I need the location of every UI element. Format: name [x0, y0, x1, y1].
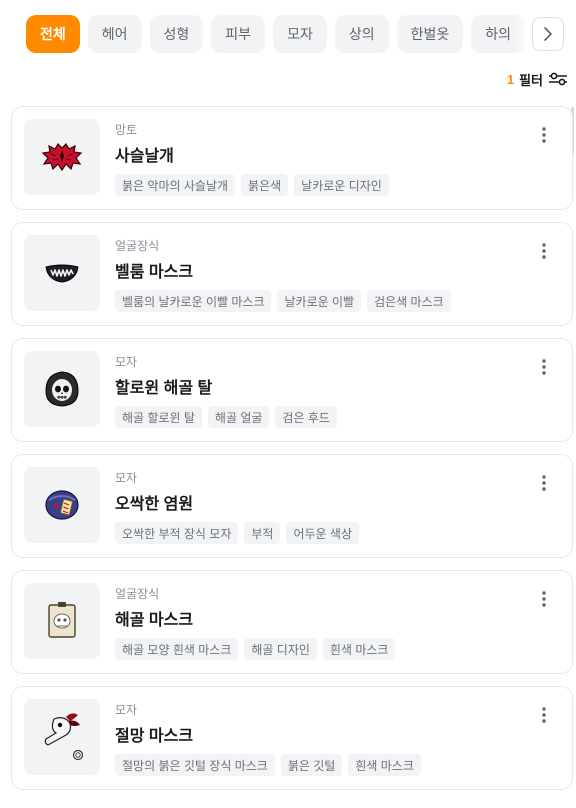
- item-category: 망토: [115, 123, 138, 137]
- chevron-right-icon: [544, 27, 552, 41]
- more-options-button[interactable]: [534, 705, 554, 725]
- kebab-menu-icon: [542, 359, 546, 375]
- item-thumbnail: [24, 119, 100, 195]
- item-card[interactable]: 모자 절망 마스크 절망의 붉은 깃털 장식 마스크 붉은 깃털 흰색 마스크: [11, 686, 573, 790]
- item-card[interactable]: 얼굴장식 벨룸 마스크 벨룸의 날카로운 이빨 마스크 날카로운 이빨 검은색 …: [11, 222, 573, 326]
- item-tag[interactable]: 검은색 마스크: [367, 290, 451, 312]
- kebab-menu-icon: [542, 127, 546, 143]
- item-tag[interactable]: 부적: [244, 522, 281, 544]
- item-name: 할로윈 해골 탈: [115, 380, 213, 397]
- kebab-menu-icon: [542, 475, 546, 491]
- item-tag[interactable]: 해골 얼굴: [207, 406, 270, 428]
- more-options-button[interactable]: [534, 357, 554, 377]
- item-tag[interactable]: 해골 디자인: [244, 638, 317, 660]
- filter-count: 1: [506, 71, 515, 87]
- item-tag[interactable]: 붉은색: [241, 174, 289, 196]
- hooded-skull-icon: [45, 371, 79, 407]
- item-card[interactable]: 모자 할로윈 해골 탈 해골 할로윈 탈 해골 얼굴 검은 후드: [11, 338, 573, 442]
- sliders-icon: [549, 72, 567, 86]
- item-tag[interactable]: 붉은 깃털: [280, 754, 343, 776]
- more-options-button[interactable]: [534, 125, 554, 145]
- item-tag[interactable]: 붉은 악마의 사슬날개: [115, 174, 236, 196]
- tab-hair[interactable]: 헤어: [87, 15, 142, 53]
- skull-mask-icon: [48, 602, 76, 638]
- item-tag[interactable]: 벨룸의 날카로운 이빨 마스크: [115, 290, 272, 312]
- item-name: 벨룸 마스크: [115, 264, 194, 281]
- item-tag[interactable]: 흰색 마스크: [348, 754, 421, 776]
- more-options-button[interactable]: [534, 241, 554, 261]
- item-thumbnail: [24, 351, 100, 427]
- item-category: 모자: [115, 471, 138, 485]
- tab-overall[interactable]: 한벌옷: [396, 15, 464, 53]
- item-category: 모자: [115, 355, 138, 369]
- item-tag[interactable]: 흰색 마스크: [322, 638, 396, 660]
- kebab-menu-icon: [542, 707, 546, 723]
- item-tag[interactable]: 절망의 붉은 깃털 장식 마스크: [115, 754, 275, 776]
- tab-face[interactable]: 성형: [149, 15, 204, 53]
- tab-top[interactable]: 상의: [334, 15, 389, 53]
- tab-hat[interactable]: 모자: [273, 15, 327, 53]
- more-options-button[interactable]: [534, 589, 554, 609]
- more-options-button[interactable]: [534, 473, 554, 493]
- item-category: 모자: [115, 703, 138, 717]
- item-thumbnail: [24, 583, 100, 659]
- fanged-mask-icon: [45, 264, 79, 283]
- item-name: 절망 마스크: [115, 728, 194, 745]
- item-tags: 절망의 붉은 깃털 장식 마스크 붉은 깃털 흰색 마스크: [115, 754, 421, 776]
- item-name: 해골 마스크: [115, 612, 194, 629]
- item-tag[interactable]: 오싹한 부적 장식 모자: [115, 522, 239, 544]
- filter-button[interactable]: 1 필터: [507, 70, 568, 88]
- tab-skin[interactable]: 피부: [211, 15, 266, 53]
- item-thumbnail: [24, 699, 100, 775]
- item-tags: 벨룸의 날카로운 이빨 마스크 날카로운 이빨 검은색 마스크: [115, 290, 451, 312]
- item-tags: 오싹한 부적 장식 모자 부적 어두운 색상: [115, 522, 360, 544]
- kebab-menu-icon: [542, 243, 546, 259]
- item-tags: 붉은 악마의 사슬날개 붉은색 날카로운 디자인: [115, 174, 389, 196]
- item-category: 얼굴장식: [115, 239, 160, 253]
- red-bat-wings-icon: [41, 143, 83, 172]
- category-tabs: 전체 헤어 성형 피부 모자 상의 한벌옷 하의: [26, 15, 576, 53]
- item-tag[interactable]: 날카로운 이빨: [277, 290, 362, 312]
- item-name: 사슬날개: [115, 148, 174, 165]
- item-tag[interactable]: 검은 후드: [275, 406, 337, 428]
- tab-all[interactable]: 전체: [26, 15, 80, 53]
- plague-mask-icon: [44, 713, 84, 761]
- filter-label: 필터: [519, 72, 543, 88]
- talisman-hat-icon: [45, 490, 79, 520]
- item-category: 얼굴장식: [115, 587, 160, 601]
- item-thumbnail: [24, 467, 100, 543]
- item-name: 오싹한 염원: [115, 496, 194, 513]
- item-tag[interactable]: 해골 모양 흰색 마스크: [115, 638, 239, 660]
- next-tabs-button[interactable]: [532, 17, 564, 51]
- item-tags: 해골 할로윈 탈 해골 얼굴 검은 후드: [115, 406, 337, 428]
- kebab-menu-icon: [542, 591, 546, 607]
- item-tag[interactable]: 날카로운 디자인: [294, 174, 389, 196]
- item-tag[interactable]: 어두운 색상: [286, 522, 360, 544]
- item-tags: 해골 모양 흰색 마스크 해골 디자인 흰색 마스크: [115, 638, 396, 660]
- item-thumbnail: [24, 235, 100, 311]
- item-card[interactable]: 망토 사슬날개 붉은 악마의 사슬날개 붉은색 날카로운 디자인: [11, 106, 573, 210]
- item-card[interactable]: 모자 오싹한 염원 오싹한 부적 장식 모자 부적 어두운 색상: [11, 454, 573, 558]
- item-tag[interactable]: 해골 할로윈 탈: [115, 406, 202, 428]
- item-card[interactable]: 얼굴장식 해골 마스크 해골 모양 흰색 마스크 해골 디자인 흰색 마스크: [11, 570, 573, 674]
